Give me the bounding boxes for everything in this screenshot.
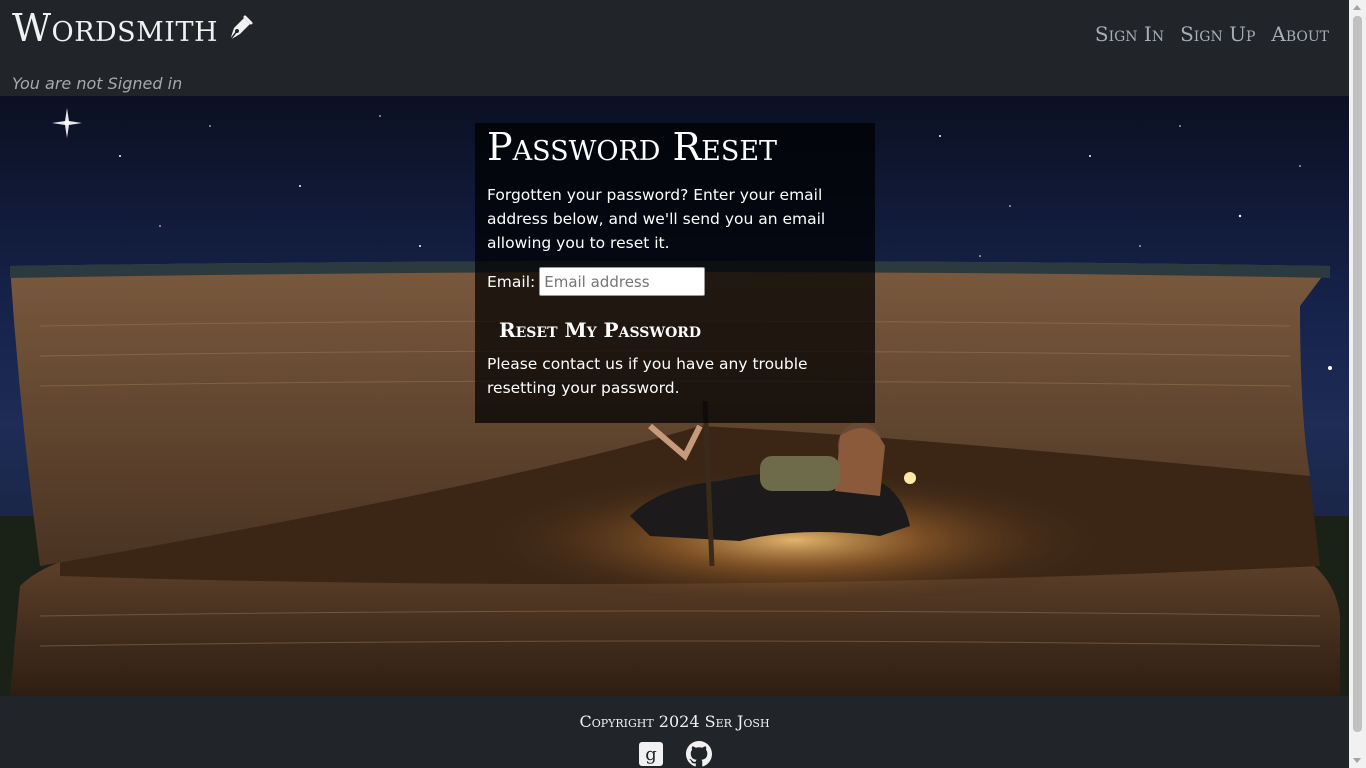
- intro-text: Forgotten your password? Enter your emai…: [487, 186, 826, 252]
- email-label: Email:: [487, 272, 536, 291]
- email-row: Email:: [487, 267, 863, 296]
- nav-sign-up[interactable]: Sign Up: [1180, 22, 1255, 46]
- scrollbar-thumb[interactable]: [1353, 16, 1362, 732]
- signed-in-status: You are not Signed in: [12, 74, 183, 93]
- page-title: Password Reset: [487, 125, 778, 169]
- github-icon: [685, 741, 712, 767]
- svg-text:g: g: [645, 744, 657, 765]
- brand-name: Wordsmith: [12, 6, 219, 50]
- github-link[interactable]: [685, 741, 712, 767]
- scroll-up-arrow-icon[interactable]: [1353, 5, 1361, 10]
- footer-social-links: g: [0, 741, 1349, 767]
- nav-sign-in[interactable]: Sign In: [1095, 22, 1164, 46]
- goodreads-icon: g: [638, 742, 663, 766]
- email-input[interactable]: [539, 267, 706, 296]
- site-brand[interactable]: Wordsmith: [12, 6, 254, 50]
- help-text: Please contact us if you have any troubl…: [487, 355, 808, 397]
- site-header: Wordsmith Sign In Sign Up About You are …: [0, 0, 1349, 96]
- hero-background: Password Reset Forgotten your password? …: [0, 96, 1349, 696]
- pen-nib-icon: [229, 15, 253, 41]
- main-nav: Sign In Sign Up About: [1095, 22, 1329, 46]
- page-scrollbar[interactable]: [1349, 0, 1366, 768]
- nav-about[interactable]: About: [1271, 22, 1329, 46]
- site-footer: Copyright 2024 Ser Josh g: [0, 696, 1349, 768]
- reset-password-button[interactable]: Reset My Password: [499, 318, 701, 342]
- goodreads-link[interactable]: g: [638, 741, 664, 767]
- password-reset-panel: Password Reset Forgotten your password? …: [475, 123, 875, 423]
- copyright-text: Copyright 2024 Ser Josh: [579, 712, 770, 731]
- scroll-down-arrow-icon[interactable]: [1353, 758, 1361, 763]
